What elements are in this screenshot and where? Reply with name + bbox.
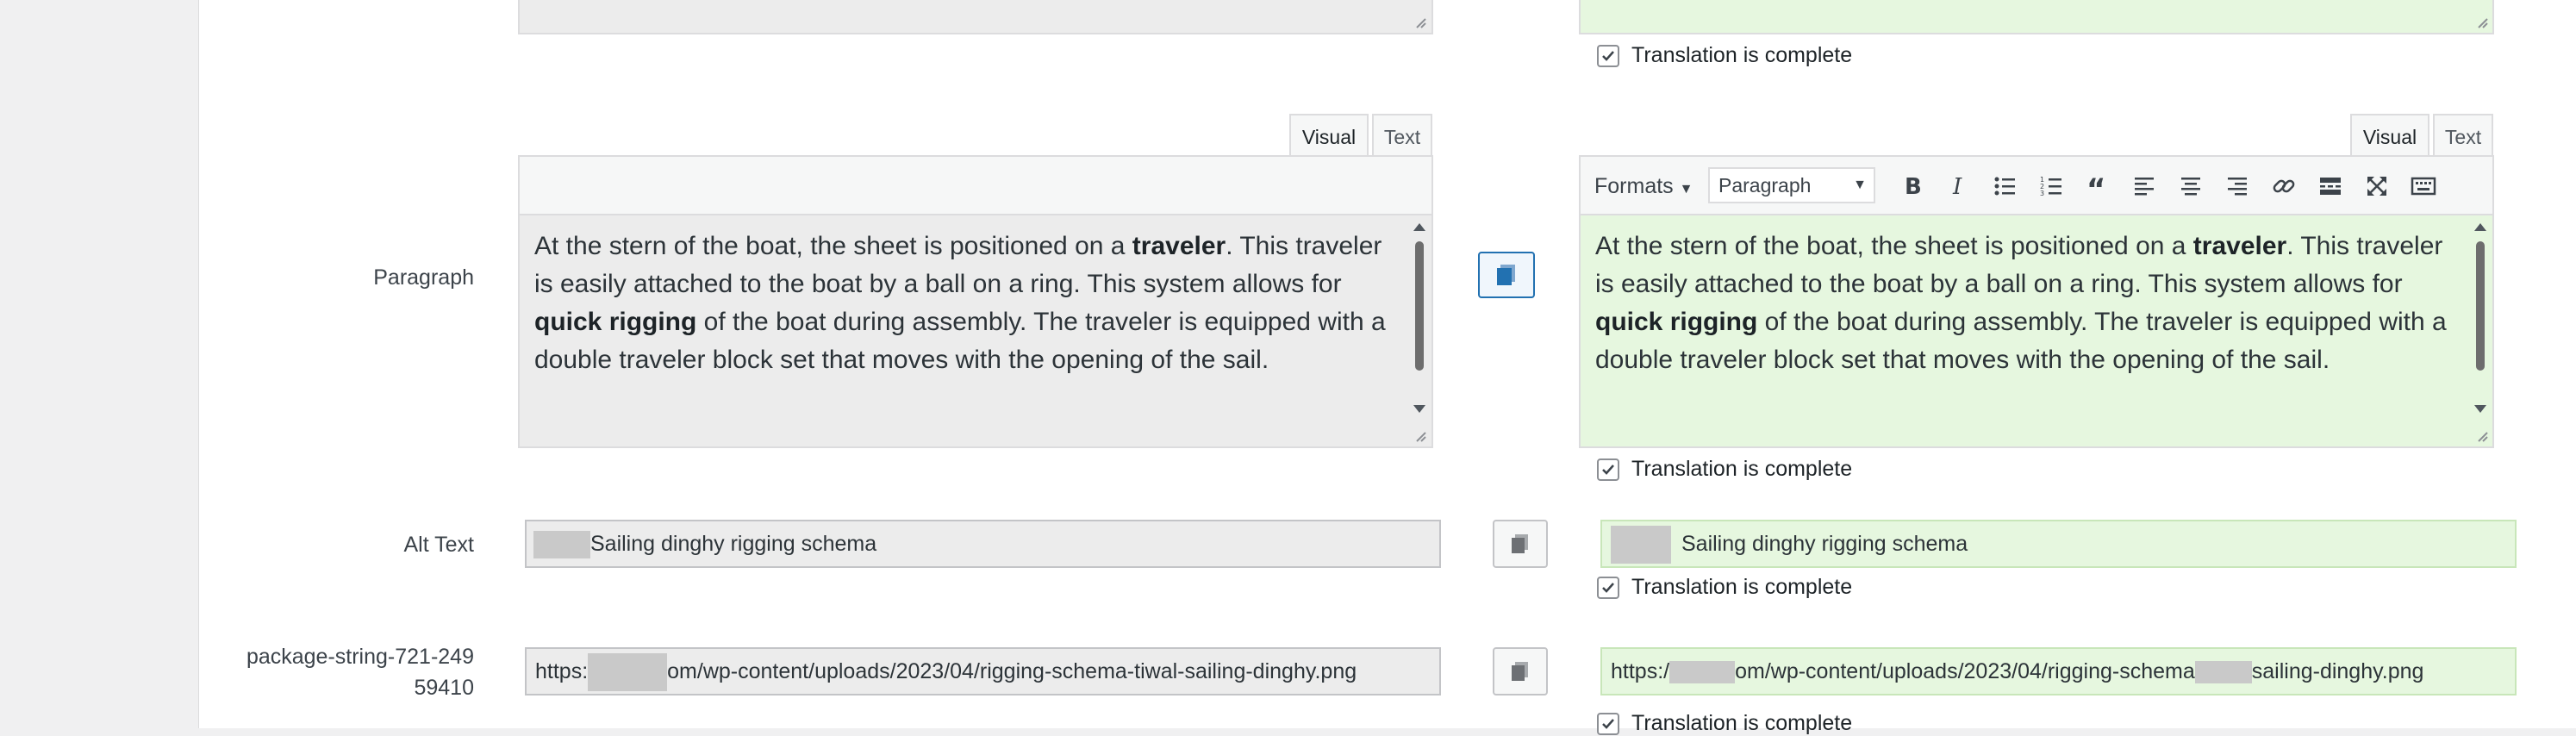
italic-icon: I bbox=[1952, 174, 1962, 199]
redacted-block bbox=[1611, 526, 1671, 564]
tab-text-original[interactable]: Text bbox=[1372, 114, 1432, 157]
package-string-original-input: https: om/wp-content/uploads/2023/04/rigg… bbox=[525, 647, 1441, 695]
keyboard-icon bbox=[2411, 177, 2436, 196]
package-string-translation-input[interactable]: https:/om/wp-content/uploads/2023/04/rig… bbox=[1600, 647, 2517, 695]
bold-button[interactable]: B bbox=[1893, 167, 1930, 205]
alt-text-translation-input[interactable]: Sailing dinghy rigging schema bbox=[1600, 520, 2517, 568]
blockquote-icon: “ bbox=[2086, 173, 2105, 199]
translation-complete-checkbox[interactable] bbox=[1597, 44, 1619, 67]
read-more-button[interactable] bbox=[2311, 167, 2349, 205]
copy-package-string-button[interactable] bbox=[1493, 647, 1548, 695]
translation-complete-label: Translation is complete bbox=[1631, 457, 1853, 481]
redacted-block bbox=[1669, 661, 1736, 684]
checkmark-icon bbox=[1602, 50, 1614, 61]
tab-visual-original[interactable]: Visual bbox=[1289, 114, 1369, 157]
align-right-button[interactable] bbox=[2218, 167, 2256, 205]
translation-complete-label: Translation is complete bbox=[1631, 575, 1853, 599]
translation-complete-label: Translation is complete bbox=[1631, 711, 1853, 735]
svg-text:I: I bbox=[1952, 174, 1962, 199]
redacted-block bbox=[2194, 661, 2252, 684]
link-button[interactable] bbox=[2265, 167, 2303, 205]
checkmark-icon bbox=[1602, 582, 1614, 593]
original-paragraph-editor: At the stern of the boat, the sheet is p… bbox=[518, 214, 1433, 448]
fullscreen-icon bbox=[2367, 177, 2386, 196]
translation-complete-row[interactable]: Translation is complete bbox=[1597, 457, 1852, 482]
copy-icon bbox=[1512, 662, 1528, 681]
bullet-list-icon bbox=[1994, 177, 2015, 196]
redacted-block bbox=[533, 531, 590, 559]
resize-handle-icon[interactable] bbox=[2475, 16, 2489, 29]
redacted-block bbox=[588, 653, 668, 692]
align-center-button[interactable] bbox=[2172, 167, 2210, 205]
original-scrollbar[interactable] bbox=[1410, 219, 1429, 417]
tab-text-translation[interactable]: Text bbox=[2433, 114, 2493, 157]
copy-paragraph-button[interactable] bbox=[1478, 252, 1535, 298]
alt-text-original-input: Sailing dinghy rigging schema bbox=[525, 520, 1441, 568]
translation-complete-row[interactable]: Translation is complete bbox=[1597, 575, 1852, 600]
translation-paragraph-text[interactable]: At the stern of the boat, the sheet is p… bbox=[1595, 228, 2457, 379]
translation-scrollbar[interactable] bbox=[2471, 219, 2490, 417]
translation-complete-checkbox[interactable] bbox=[1597, 576, 1619, 599]
checkmark-icon bbox=[1602, 464, 1614, 475]
original-editor-toolbar bbox=[518, 155, 1433, 215]
package-string-label: package-string-721-249 59410 bbox=[246, 645, 474, 700]
resize-handle-icon[interactable] bbox=[2475, 429, 2489, 443]
translation-complete-row[interactable]: Translation is complete bbox=[1597, 43, 1852, 68]
blockquote-button[interactable]: “ bbox=[2079, 167, 2117, 205]
copy-alt-text-button[interactable] bbox=[1493, 520, 1548, 568]
resize-handle-icon[interactable] bbox=[1413, 16, 1427, 29]
resize-handle-icon[interactable] bbox=[1413, 429, 1427, 443]
align-left-icon bbox=[2135, 178, 2154, 196]
tab-visual-translation[interactable]: Visual bbox=[2350, 114, 2429, 157]
numbered-list-icon: 123 bbox=[2040, 176, 2061, 197]
svg-text:“: “ bbox=[2086, 173, 2105, 199]
checkmark-icon bbox=[1602, 718, 1614, 729]
previous-original-field[interactable] bbox=[518, 0, 1433, 34]
toolbar-toggle-button[interactable] bbox=[2404, 167, 2442, 205]
formats-dropdown[interactable]: Formats ▼ bbox=[1594, 169, 1693, 207]
paragraph-label: Paragraph bbox=[373, 265, 474, 290]
paragraph-format-select[interactable]: Paragraph ▼ bbox=[1708, 167, 1875, 203]
italic-button[interactable]: I bbox=[1939, 167, 1977, 205]
read-more-icon bbox=[2320, 178, 2341, 195]
alt-text-label: Alt Text bbox=[403, 533, 474, 557]
align-left-button[interactable] bbox=[2125, 167, 2163, 205]
bold-icon: B bbox=[1905, 174, 1922, 199]
translation-complete-checkbox[interactable] bbox=[1597, 458, 1619, 481]
translation-paragraph-editor[interactable]: At the stern of the boat, the sheet is p… bbox=[1579, 214, 2494, 448]
svg-text:B: B bbox=[1905, 174, 1922, 199]
copy-icon bbox=[1512, 534, 1528, 553]
svg-text:3: 3 bbox=[2040, 190, 2044, 197]
copy-icon bbox=[1497, 265, 1515, 285]
translation-complete-label: Translation is complete bbox=[1631, 43, 1853, 67]
translation-complete-row[interactable]: Translation is complete bbox=[1597, 711, 1852, 736]
original-paragraph-text: At the stern of the boat, the sheet is p… bbox=[534, 232, 1386, 374]
align-center-icon bbox=[2181, 178, 2200, 196]
fullscreen-button[interactable] bbox=[2358, 167, 2396, 205]
previous-translation-field[interactable] bbox=[1579, 0, 2494, 34]
align-right-icon bbox=[2228, 178, 2247, 196]
link-icon bbox=[2273, 179, 2295, 193]
translation-complete-checkbox[interactable] bbox=[1597, 712, 1619, 735]
bullet-list-button[interactable] bbox=[1986, 167, 2024, 205]
numbered-list-button[interactable]: 123 bbox=[2032, 167, 2070, 205]
translation-editor-toolbar: Formats ▼ Paragraph ▼ B I 123 “ bbox=[1579, 155, 2494, 215]
